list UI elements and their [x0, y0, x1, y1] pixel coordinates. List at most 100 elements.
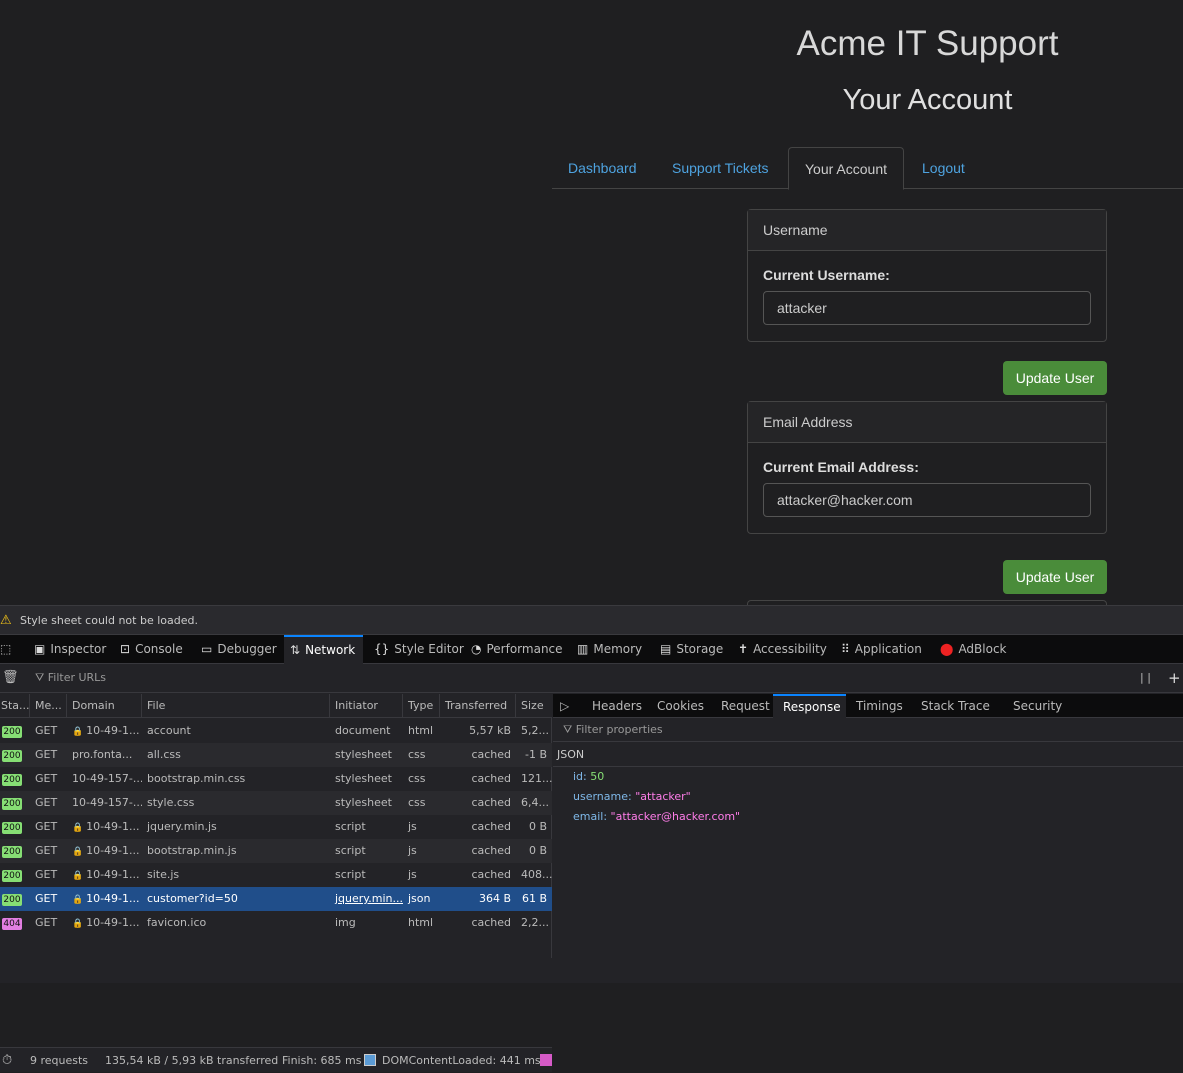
request-row[interactable]: 200 GET pro.fonta... all.css stylesheet css ca…	[0, 743, 552, 767]
col-initiator[interactable]: Initiator	[330, 694, 403, 718]
cell-initiator: stylesheet	[335, 772, 392, 785]
cell-file: account	[147, 724, 191, 737]
request-row[interactable]: 200 GET 🔒 10-49-1... jquery.min.js script js c…	[0, 815, 552, 839]
request-row[interactable]: 200 GET 🔒 10-49-1... bootstrap.min.js script…	[0, 839, 552, 863]
cell-initiator[interactable]: jquery.min...	[330, 887, 403, 911]
filter-properties-input[interactable]: ⛛ Filter properties	[553, 718, 1183, 742]
trash-icon[interactable]: 🗑	[2, 664, 19, 692]
json-property[interactable]: username: "attacker"	[573, 787, 1183, 807]
tab-support-tickets[interactable]: Support Tickets	[656, 147, 785, 189]
tool-storage[interactable]: ▤ Storage	[660, 635, 723, 664]
json-section-label[interactable]: JSON	[553, 742, 1183, 767]
cell-method: GET	[35, 796, 58, 809]
cell-transferred: cached	[471, 796, 511, 809]
tab-dashboard[interactable]: Dashboard	[552, 147, 653, 189]
adblock-icon: ⬤	[940, 642, 954, 656]
tab-timings[interactable]: Timings	[856, 694, 903, 718]
element-picker-icon[interactable]: ⬚	[0, 635, 11, 664]
cell-size: 6,4...	[521, 796, 549, 809]
update-email-button[interactable]: Update User	[1003, 560, 1107, 594]
filter-urls-input[interactable]: ⛛ Filter URLs	[35, 664, 106, 692]
request-row[interactable]: 200 GET 10-49-157-... style.css stylesheet cs…	[0, 791, 552, 815]
col-file[interactable]: File	[142, 694, 330, 718]
cell-initiator: stylesheet	[335, 748, 392, 761]
cell-size: 408...	[521, 868, 552, 881]
tab-headers[interactable]: Headers	[592, 694, 642, 718]
username-input[interactable]: attacker	[763, 291, 1091, 325]
tab-cookies[interactable]: Cookies	[657, 694, 704, 718]
cell-status: 200	[0, 887, 30, 911]
cell-initiator: script	[335, 868, 366, 881]
tab-stack-trace[interactable]: Stack Trace	[921, 694, 990, 718]
status-badge: 200	[2, 846, 22, 858]
request-row[interactable]: 200 GET 🔒 10-49-1... customer?id=50 jquery.m…	[0, 887, 552, 911]
request-row[interactable]: 404 GET 🔒 10-49-1... favicon.ico img html cach…	[0, 911, 552, 935]
cell-transferred: 5,57 kB	[469, 724, 511, 737]
tool-inspector[interactable]: ▣ Inspector	[34, 635, 106, 664]
cell-initiator: stylesheet	[335, 796, 392, 809]
tool-memory[interactable]: ▥ Memory	[577, 635, 642, 664]
console-icon: ⊡	[120, 642, 131, 656]
tab-logout[interactable]: Logout	[906, 147, 981, 189]
accessibility-icon: ✝	[738, 642, 749, 656]
cell-method: GET	[35, 772, 58, 785]
json-key: email	[573, 810, 604, 823]
col-type[interactable]: Type	[403, 694, 440, 718]
json-property[interactable]: id: 50	[573, 767, 1183, 787]
cell-status: 404	[0, 911, 30, 935]
cell-type: html	[408, 916, 434, 929]
network-filter-bar: 🗑 ⛛ Filter URLs | | +	[0, 664, 1183, 693]
cell-status: 200	[0, 839, 30, 863]
cell-status: 200	[0, 743, 30, 767]
json-property[interactable]: email: "attacker@hacker.com"	[573, 807, 1183, 827]
tool-performance[interactable]: ◔ Performance	[471, 635, 563, 664]
update-username-button[interactable]: Update User	[1003, 361, 1107, 395]
request-row[interactable]: 200 GET 🔒 10-49-1... account document html 5,5…	[0, 719, 552, 743]
debugger-icon: ▭	[201, 642, 213, 656]
username-label: Current Username:	[763, 267, 890, 283]
domain-text: 10-49-157-...	[72, 772, 142, 785]
tool-application[interactable]: ⠿ Application	[841, 635, 922, 664]
tool-debugger[interactable]: ▭ Debugger	[201, 635, 277, 664]
card-header: Username	[748, 210, 1106, 251]
cell-method: GET	[35, 820, 58, 833]
domain-text: 10-49-1...	[86, 820, 140, 833]
json-value: 50	[590, 770, 605, 783]
detail-tabs: ▷ Headers Cookies Request Response Timin…	[553, 694, 1183, 718]
email-input[interactable]: attacker@hacker.com	[763, 483, 1091, 517]
tool-adblock[interactable]: ⬤ AdBlock	[940, 635, 1007, 664]
request-row[interactable]: 200 GET 10-49-157-... bootstrap.min.css styl…	[0, 767, 552, 791]
col-size[interactable]: Size	[516, 694, 552, 718]
tool-network[interactable]: ⇅ Network	[284, 635, 364, 664]
cell-size: 5,2...	[521, 724, 549, 737]
request-row[interactable]: 200 GET 🔒 10-49-1... site.js script js cached 4…	[0, 863, 552, 887]
plus-icon[interactable]: +	[1168, 664, 1181, 692]
cell-method: GET	[35, 868, 58, 881]
memory-icon: ▥	[577, 642, 589, 656]
cell-domain: 🔒 10-49-1...	[67, 839, 142, 864]
lock-icon: 🔒	[72, 919, 87, 929]
tool-style-editor[interactable]: {} Style Editor	[374, 635, 464, 664]
tab-security[interactable]: Security	[1013, 694, 1062, 718]
toggle-sidebar-icon[interactable]: ▷	[560, 694, 569, 718]
tool-console[interactable]: ⊡ Console	[120, 635, 183, 664]
col-status[interactable]: Sta...	[0, 694, 30, 718]
cell-file: all.css	[147, 748, 181, 761]
json-value: "attacker@hacker.com"	[610, 810, 741, 823]
cell-status: 200	[0, 863, 30, 887]
tool-accessibility[interactable]: ✝ Accessibility	[738, 635, 827, 664]
cell-initiator: document	[335, 724, 391, 737]
col-transferred[interactable]: Transferred	[440, 694, 516, 718]
cell-domain: 🔒 10-49-1...	[67, 911, 142, 936]
cell-file: jquery.min.js	[147, 820, 217, 833]
cell-transferred: cached	[471, 748, 511, 761]
col-method[interactable]: Me...	[30, 694, 67, 718]
grid-icon: ⠿	[841, 642, 850, 656]
warning-bar: ⚠ Style sheet could not be loaded.	[0, 605, 1183, 635]
pause-icon[interactable]: | |	[1140, 664, 1151, 692]
cell-method: GET	[35, 892, 58, 905]
tab-request[interactable]: Request	[721, 694, 770, 718]
tab-your-account[interactable]: Your Account	[788, 147, 904, 190]
col-domain[interactable]: Domain	[67, 694, 142, 718]
tab-response[interactable]: Response	[773, 694, 846, 718]
